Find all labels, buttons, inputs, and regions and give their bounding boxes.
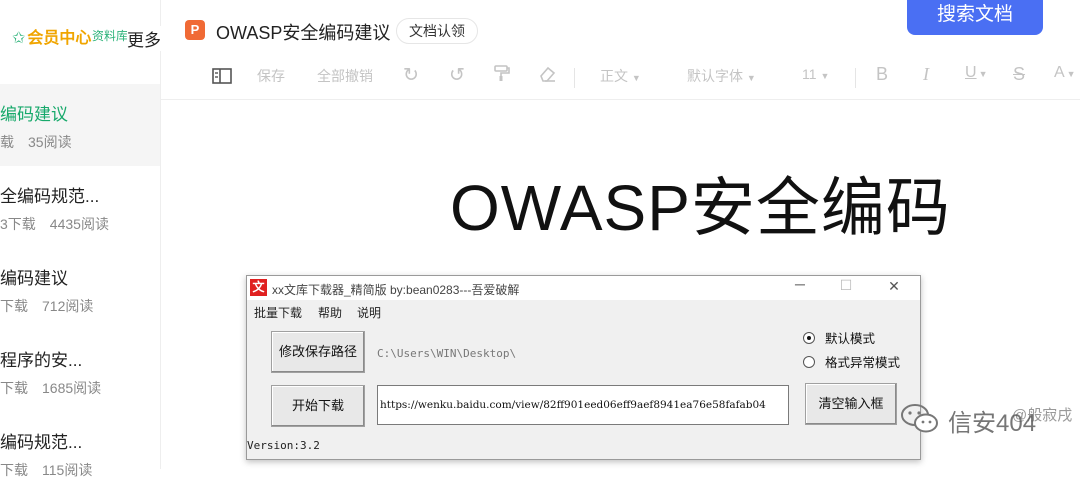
chevron-down-icon: ▼ [746, 73, 756, 83]
list-item[interactable]: 编码规范... 下载 115阅读 [0, 412, 160, 494]
wechat-icon [900, 402, 940, 436]
doc-item-meta: 下载 712阅读 [0, 298, 94, 314]
doc-header: P OWASP安全编码建议 文档认领 搜索文档 [160, 0, 1080, 62]
redo-icon[interactable]: ↻ [403, 64, 419, 87]
doc-item-title: 程序的安... [0, 351, 83, 370]
downloader-window: 文 xx文库下载器_精简版 by:bean0283---吾爱破解 ─ ☐ ✕ 批… [246, 275, 921, 460]
menu-instructions[interactable]: 说明 [357, 304, 381, 321]
strikethrough-button[interactable]: S [1013, 64, 1025, 85]
radio-unchecked-icon [803, 356, 815, 368]
underline-button[interactable]: U ▼ [965, 64, 987, 82]
doc-title: OWASP安全编码建议 [216, 23, 391, 43]
claim-doc-button[interactable]: 文档认领 [396, 18, 478, 44]
doc-item-meta: 下载 1685阅读 [0, 380, 102, 396]
save-path-label: C:\Users\WIN\Desktop\ [377, 347, 517, 360]
radio-checked-icon [803, 332, 815, 344]
window-titlebar[interactable]: 文 xx文库下载器_精简版 by:bean0283---吾爱破解 ─ ☐ ✕ [247, 276, 920, 300]
related-docs-sidebar: ✩ 会员中心 资料库 更多 编码建议 载 35阅读 全编码规范... 3下载 4435… [0, 0, 161, 478]
doc-item-title: 编码规范... [0, 433, 83, 452]
toolbar-divider [574, 68, 575, 88]
doc-item-title: 编码建议 [0, 269, 68, 288]
related-doc-list: 编码建议 载 35阅读 全编码规范... 3下载 4435阅读 编码建议 下载 712… [0, 84, 160, 494]
start-download-button[interactable]: 开始下载 [271, 385, 365, 427]
format-painter-icon[interactable] [493, 63, 511, 86]
member-center-logo[interactable]: ✩ 会员中心 [12, 24, 91, 48]
more-link[interactable]: 更多 [127, 26, 161, 51]
italic-button[interactable]: I [923, 64, 929, 85]
search-docs-button[interactable]: 搜索文档 [907, 0, 1043, 35]
close-icon[interactable]: ✕ [879, 278, 909, 295]
chevron-down-icon: ▼ [820, 71, 830, 81]
app-icon: 文 [250, 279, 267, 296]
url-input[interactable]: https://wenku.baidu.com/view/82ff901eed0… [377, 385, 789, 425]
library-link[interactable]: 资料库 [92, 27, 128, 44]
font-color-button[interactable]: A ▼ [1054, 64, 1076, 82]
editor-toolbar: 保存 全部撤销 ↻ ↺ 正文 ▼ 默认字体 ▼ 11 ▼ B I U ▼ S A ▼ [160, 62, 1080, 100]
maximize-icon[interactable]: ☐ [831, 277, 861, 294]
bold-button[interactable]: B [876, 64, 888, 85]
doc-item-meta: 下载 115阅读 [0, 462, 93, 478]
doc-item-title: 全编码规范... [0, 187, 100, 206]
chevron-down-icon: ▼ [631, 73, 641, 83]
toolbar-divider [855, 68, 856, 88]
window-menubar: 批量下载 帮助 说明 [247, 301, 920, 321]
default-mode-radio[interactable]: 默认模式 [803, 328, 875, 347]
undo-all-button[interactable]: 全部撤销 [317, 66, 373, 86]
doc-item-meta: 3下载 4435阅读 [0, 216, 109, 232]
list-item[interactable]: 程序的安... 下载 1685阅读 [0, 330, 160, 412]
sidebar-header: ✩ 会员中心 资料库 更多 [0, 0, 161, 70]
outline-panel-icon[interactable] [212, 67, 232, 88]
list-item[interactable]: 编码建议 载 35阅读 [0, 84, 160, 166]
font-size-select[interactable]: 11 ▼ [802, 66, 829, 82]
url-input-value: https://wenku.baidu.com/view/82ff901eed0… [380, 399, 766, 411]
menu-batch-download[interactable]: 批量下载 [254, 304, 302, 321]
chevron-down-icon: ▼ [1066, 69, 1076, 79]
document-heading: OWASP安全编码 [450, 172, 951, 244]
undo-icon[interactable]: ↺ [449, 64, 465, 87]
doc-item-title: 编码建议 [0, 105, 68, 124]
clear-input-button[interactable]: 清空输入框 [805, 383, 897, 425]
chevron-down-icon: ▼ [978, 69, 988, 79]
change-save-path-button[interactable]: 修改保存路径 [271, 331, 365, 373]
eraser-icon[interactable] [537, 63, 557, 86]
save-button[interactable]: 保存 [257, 66, 285, 86]
window-title: xx文库下载器_精简版 by:bean0283---吾爱破解 [272, 283, 520, 297]
minimize-icon[interactable]: ─ [785, 276, 815, 292]
watermark-text: 信安404 [948, 410, 1037, 437]
list-item[interactable]: 编码建议 下载 712阅读 [0, 248, 160, 330]
format-error-mode-radio[interactable]: 格式异常模式 [803, 352, 900, 371]
paragraph-style-select[interactable]: 正文 ▼ [600, 66, 641, 86]
ppt-file-icon: P [185, 20, 205, 40]
doc-item-meta: 载 35阅读 [0, 134, 72, 150]
menu-help[interactable]: 帮助 [318, 304, 342, 321]
star-icon: ✩ [12, 30, 26, 47]
font-family-select[interactable]: 默认字体 ▼ [687, 66, 756, 86]
version-label: Version:3.2 [247, 439, 320, 452]
list-item[interactable]: 全编码规范... 3下载 4435阅读 [0, 166, 160, 248]
